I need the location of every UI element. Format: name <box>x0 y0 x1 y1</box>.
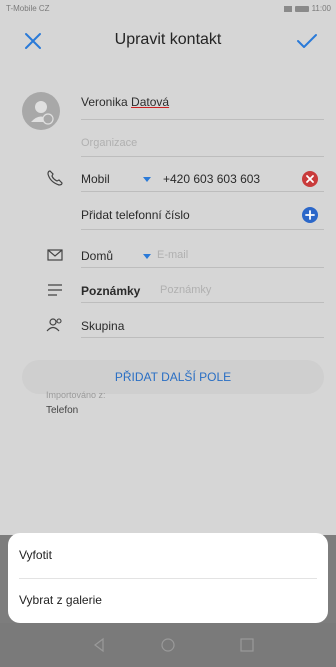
group-field[interactable]: Skupina <box>81 319 124 333</box>
plus-icon <box>305 210 315 220</box>
divider <box>19 578 317 579</box>
name-surname: Datová <box>131 95 170 109</box>
check-icon <box>297 34 317 48</box>
back-icon[interactable] <box>90 636 108 654</box>
page-title: Upravit kontakt <box>114 31 222 48</box>
phone-icon <box>47 170 63 186</box>
divider <box>81 191 324 192</box>
divider <box>81 119 324 120</box>
add-phone-label[interactable]: Přidat telefonní číslo <box>81 208 190 222</box>
status-icons: 11:00 <box>283 4 331 13</box>
chevron-down-icon <box>143 177 151 182</box>
add-phone-button[interactable] <box>302 207 318 223</box>
divider <box>81 267 324 268</box>
name-field[interactable]: Veronika Datová <box>81 95 169 109</box>
group-icon <box>46 318 62 332</box>
recents-icon[interactable] <box>238 636 256 654</box>
take-photo-option[interactable]: Vyfotit <box>19 548 52 562</box>
notes-icon <box>48 284 62 296</box>
phone-number-field[interactable]: +420 603 603 603 <box>163 172 260 186</box>
phone-type-dropdown[interactable]: Mobil <box>81 172 110 186</box>
organization-field[interactable]: Organizace <box>81 137 137 149</box>
add-field-label: PŘIDAT DALŠÍ POLE <box>114 370 232 384</box>
clock: 11:00 <box>311 4 331 13</box>
remove-phone-button[interactable] <box>302 171 318 187</box>
battery-icon <box>294 5 309 12</box>
add-field-button[interactable]: PŘIDAT DALŠÍ POLE <box>22 360 324 394</box>
mail-icon <box>47 249 63 261</box>
email-type-dropdown[interactable]: Domů <box>81 249 113 263</box>
remove-icon <box>306 175 314 183</box>
divider <box>81 302 324 303</box>
chevron-down-icon <box>143 254 151 259</box>
app-header: Upravit kontakt <box>0 18 336 62</box>
contact-form: Veronika Datová Organizace Mobil +420 60… <box>0 62 336 535</box>
signal-icon <box>283 5 292 12</box>
imported-from-value: Telefon <box>46 405 79 416</box>
notes-field[interactable]: Poznámky <box>160 284 211 296</box>
save-button[interactable] <box>294 28 320 54</box>
divider <box>81 156 324 157</box>
navigation-bar <box>0 623 336 667</box>
email-field[interactable]: E-mail <box>157 249 188 261</box>
notes-label: Poznámky <box>81 284 141 298</box>
photo-options-sheet: Vyfotit Vybrat z galerie <box>8 533 328 623</box>
choose-from-gallery-option[interactable]: Vybrat z galerie <box>19 593 102 607</box>
add-photo-icon <box>31 101 54 125</box>
avatar[interactable] <box>22 92 60 130</box>
imported-from-label: Importováno z: <box>46 390 106 400</box>
home-icon[interactable] <box>159 636 177 654</box>
carrier-name: T-Mobile CZ <box>6 4 50 13</box>
divider <box>81 229 324 230</box>
status-bar: T-Mobile CZ 11:00 <box>0 0 336 18</box>
divider <box>81 337 324 338</box>
